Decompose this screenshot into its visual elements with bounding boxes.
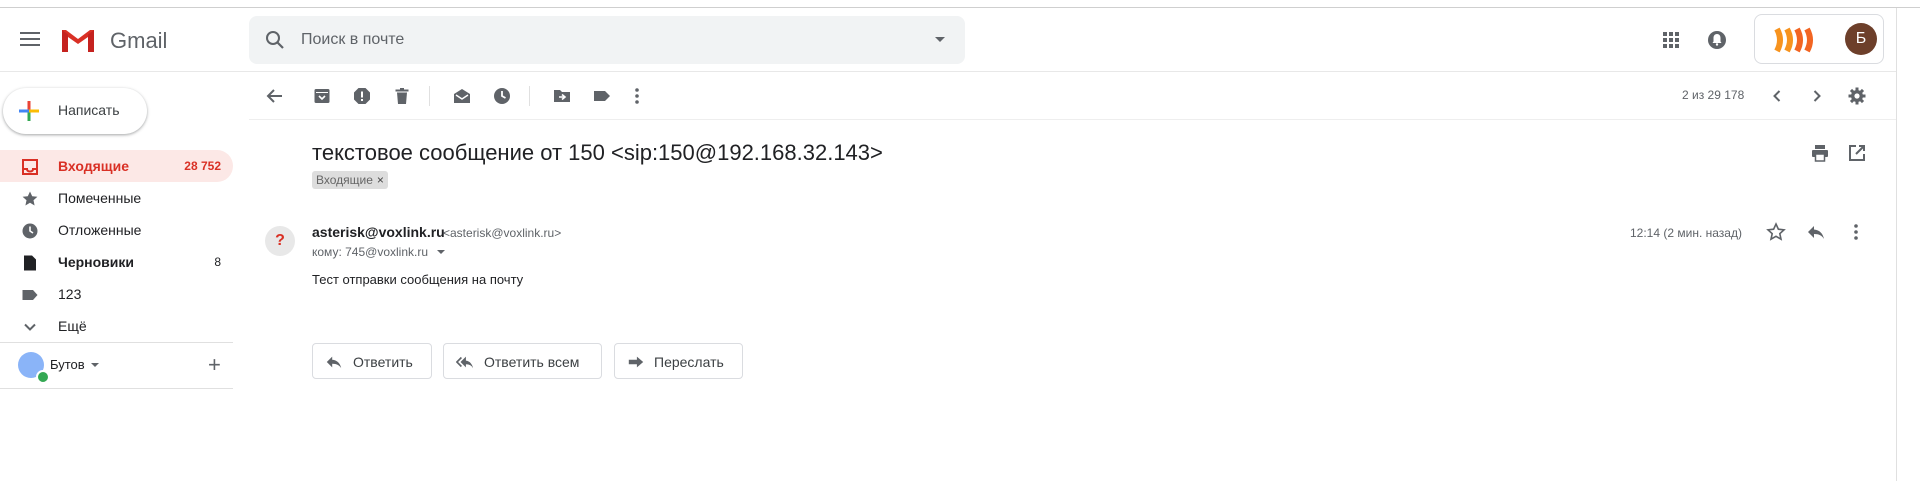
sidebar-item-label: Отложенные (58, 222, 142, 238)
sender-avatar[interactable]: ? (265, 226, 295, 256)
hangouts-avatar[interactable] (18, 352, 50, 384)
compose-plus-icon (19, 101, 39, 121)
star-outline-icon[interactable] (1766, 222, 1786, 242)
older-chevron-icon[interactable] (1807, 86, 1827, 106)
open-in-new-window-icon[interactable] (1847, 143, 1867, 163)
sidebar-item-drafts[interactable]: Черновики 8 (0, 246, 233, 278)
remove-label-icon[interactable]: × (377, 173, 384, 187)
sidebar-item-starred[interactable]: Помеченные (0, 182, 233, 214)
chevron-down-icon (24, 323, 36, 331)
sidebar-item-snoozed[interactable]: Отложенные (0, 214, 233, 246)
forward-label: Переслать (654, 354, 724, 370)
toolbar-separator (429, 86, 430, 106)
label-icon (22, 290, 38, 300)
account-switcher[interactable]: Б (1754, 14, 1884, 64)
reply-button[interactable]: Ответить (312, 343, 432, 379)
sender-name[interactable]: asterisk@voxlink.ru (312, 224, 445, 240)
search-options-icon[interactable] (935, 37, 945, 42)
draft-icon (24, 255, 36, 271)
sidebar-item-label: Помеченные (58, 190, 142, 206)
reply-label: Ответить (353, 354, 413, 370)
search-input[interactable] (301, 26, 901, 54)
reply-all-icon (456, 356, 474, 369)
app-title[interactable]: Gmail (110, 28, 167, 54)
reply-all-label: Ответить всем (484, 354, 580, 370)
pagination-text: 2 из 29 178 (1682, 88, 1745, 102)
search-bar[interactable] (249, 16, 965, 64)
reply-icon[interactable] (1806, 222, 1826, 242)
sidebar-item-label-123[interactable]: 123 (0, 278, 233, 310)
apps-grid-icon[interactable] (1659, 28, 1683, 52)
sidebar-item-inbox[interactable]: Входящие 28 752 (0, 150, 233, 182)
archive-icon[interactable] (312, 86, 332, 106)
labels-icon[interactable] (592, 86, 612, 106)
gmail-window: Gmail Поиск в почте Б Написать Входящие … (0, 0, 1920, 481)
sidebar-item-label: Ещё (58, 318, 87, 334)
window-top-border (0, 0, 1920, 8)
reply-all-button[interactable]: Ответить всем (443, 343, 602, 379)
sender-email: <asterisk@voxlink.ru> (443, 226, 562, 240)
report-spam-icon[interactable] (352, 86, 372, 106)
sidebar-item-label: Входящие (58, 158, 129, 174)
mark-unread-icon[interactable] (452, 86, 472, 106)
unread-count: 28 752 (184, 159, 221, 173)
gmail-logo-icon[interactable] (60, 26, 96, 54)
message-body: Тест отправки сообщения на почту (312, 272, 524, 287)
search-icon[interactable] (263, 28, 287, 52)
notifications-icon[interactable] (1705, 28, 1729, 52)
star-icon (22, 191, 38, 206)
drafts-count: 8 (214, 255, 221, 269)
clock-icon (22, 223, 38, 239)
main-menu-icon[interactable] (18, 28, 42, 52)
organization-logo-icon (1774, 27, 1813, 53)
snooze-icon[interactable] (492, 86, 512, 106)
sidebar-item-more[interactable]: Ещё (0, 310, 233, 342)
move-to-icon[interactable] (552, 86, 572, 106)
hangouts-user-name[interactable]: Бутов (50, 357, 85, 372)
sidebar-item-label: 123 (58, 286, 82, 302)
forward-icon (628, 356, 644, 368)
more-actions-icon[interactable] (1846, 222, 1866, 242)
compose-label: Написать (58, 102, 120, 118)
message-toolbar: 2 из 29 178 (249, 72, 1896, 120)
message-subject: текстовое сообщение от 150 <sip:150@192.… (312, 140, 883, 165)
newer-chevron-icon[interactable] (1767, 86, 1787, 106)
print-icon[interactable] (1810, 143, 1830, 163)
label-chip-inbox[interactable]: Входящие × (312, 171, 388, 189)
hangouts-caret-icon[interactable] (91, 363, 99, 367)
inbox-icon (22, 159, 38, 175)
more-options-icon[interactable] (627, 86, 647, 106)
right-side-panel (1896, 8, 1920, 481)
sidebar-item-label: Черновики (58, 254, 135, 270)
account-avatar[interactable]: Б (1845, 23, 1877, 55)
reply-icon (326, 356, 342, 369)
header: Gmail Поиск в почте Б (0, 8, 1896, 72)
settings-gear-icon[interactable] (1847, 86, 1867, 106)
message-timestamp: 12:14 (2 мин. назад) (1630, 226, 1742, 240)
sidebar-divider (0, 388, 233, 389)
recipient-line: кому: 745@voxlink.ru (312, 245, 428, 259)
forward-button[interactable]: Переслать (614, 343, 743, 379)
compose-button[interactable]: Написать (3, 88, 147, 134)
show-details-icon[interactable] (437, 250, 445, 254)
back-arrow-icon[interactable] (265, 86, 285, 106)
label-chip-text: Входящие (316, 173, 373, 187)
toolbar-separator (529, 86, 530, 106)
sidebar-divider (0, 342, 233, 343)
add-contact-icon[interactable]: + (208, 352, 221, 378)
delete-icon[interactable] (392, 86, 412, 106)
